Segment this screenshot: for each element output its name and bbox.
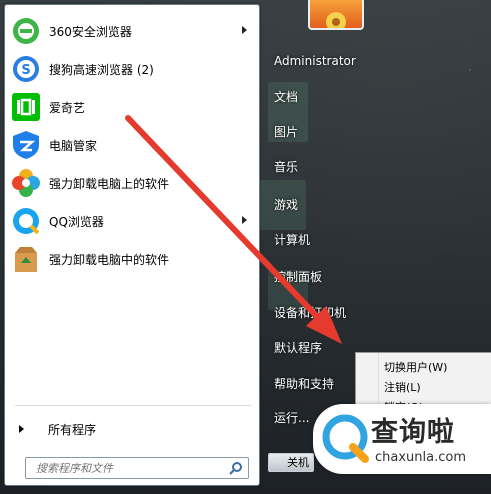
chevron-right-icon xyxy=(19,425,24,433)
program-item-uninstaller[interactable]: 强力卸载电脑上的软件 xyxy=(11,165,255,201)
link-documents[interactable]: 文档 xyxy=(274,88,298,105)
username-link[interactable]: Administrator xyxy=(274,54,356,68)
link-default-programs[interactable]: 默认程序 xyxy=(274,339,322,356)
search-input[interactable] xyxy=(34,458,228,478)
program-label: QQ浏览器 xyxy=(49,214,104,229)
360-browser-icon xyxy=(11,16,41,46)
submenu-arrow-icon[interactable] xyxy=(242,216,247,224)
divider xyxy=(15,405,251,406)
link-computer[interactable]: 计算机 xyxy=(274,231,310,248)
watermark-domain: chaxunla.com xyxy=(375,450,466,465)
program-label: 360安全浏览器 xyxy=(49,24,132,39)
submenu-arrow-icon[interactable] xyxy=(242,26,247,34)
watermark: 查询啦 chaxunla.com xyxy=(313,404,491,474)
program-label: 强力卸载电脑中的软件 xyxy=(49,252,170,267)
program-label: 强力卸载电脑上的软件 xyxy=(49,176,170,191)
qq-browser-icon xyxy=(11,206,41,236)
link-devices-printers[interactable]: 设备和打印机 xyxy=(274,304,346,321)
program-item-iqiyi[interactable]: 爱奇艺 xyxy=(11,89,255,125)
all-programs-label: 所有程序 xyxy=(48,422,97,437)
program-item-sogou-browser[interactable]: S 搜狗高速浏览器 (2) xyxy=(11,51,255,87)
program-label: 爱奇艺 xyxy=(49,100,86,115)
programs-panel: 360安全浏览器 S 搜狗高速浏览器 (2) 爱奇艺 电脑管家 强力卸载电脑上的… xyxy=(4,4,260,486)
link-run[interactable]: 运行... xyxy=(274,409,309,426)
program-item-uninstaller-2[interactable]: 强力卸载电脑中的软件 xyxy=(11,241,255,277)
link-control-panel[interactable]: 控制面板 xyxy=(274,268,322,285)
program-label: 电脑管家 xyxy=(49,138,98,153)
watermark-logo-text: 查询啦 xyxy=(371,417,455,448)
link-music[interactable]: 音乐 xyxy=(274,158,298,175)
svg-text:S: S xyxy=(21,63,30,78)
user-avatar[interactable] xyxy=(308,0,364,30)
program-item-qq-browser[interactable]: QQ浏览器 xyxy=(11,203,255,239)
link-help-support[interactable]: 帮助和支持 xyxy=(274,375,334,392)
pc-manager-icon xyxy=(11,130,41,160)
iqiyi-icon xyxy=(11,92,41,122)
menu-item-log-off[interactable]: 注销(L) xyxy=(384,379,421,395)
shutdown-label: 关机 xyxy=(287,456,309,469)
program-item-360-browser[interactable]: 360安全浏览器 xyxy=(11,13,255,49)
watermark-logo-icon xyxy=(322,414,369,463)
search-box[interactable] xyxy=(25,457,249,479)
shutdown-button[interactable]: 关机 xyxy=(268,453,314,472)
link-pictures[interactable]: 图片 xyxy=(274,123,298,140)
search-icon[interactable] xyxy=(229,461,243,475)
recycle-box-icon xyxy=(11,244,41,274)
uninstaller-icon xyxy=(11,168,41,198)
link-games[interactable]: 游戏 xyxy=(274,196,298,213)
program-label: 搜狗高速浏览器 (2) xyxy=(49,62,154,77)
program-item-pc-manager[interactable]: 电脑管家 xyxy=(11,127,255,163)
all-programs-button[interactable]: 所有程序 xyxy=(19,419,96,439)
menu-item-switch-user[interactable]: 切换用户(W) xyxy=(384,359,447,375)
sogou-browser-icon: S xyxy=(11,54,41,84)
